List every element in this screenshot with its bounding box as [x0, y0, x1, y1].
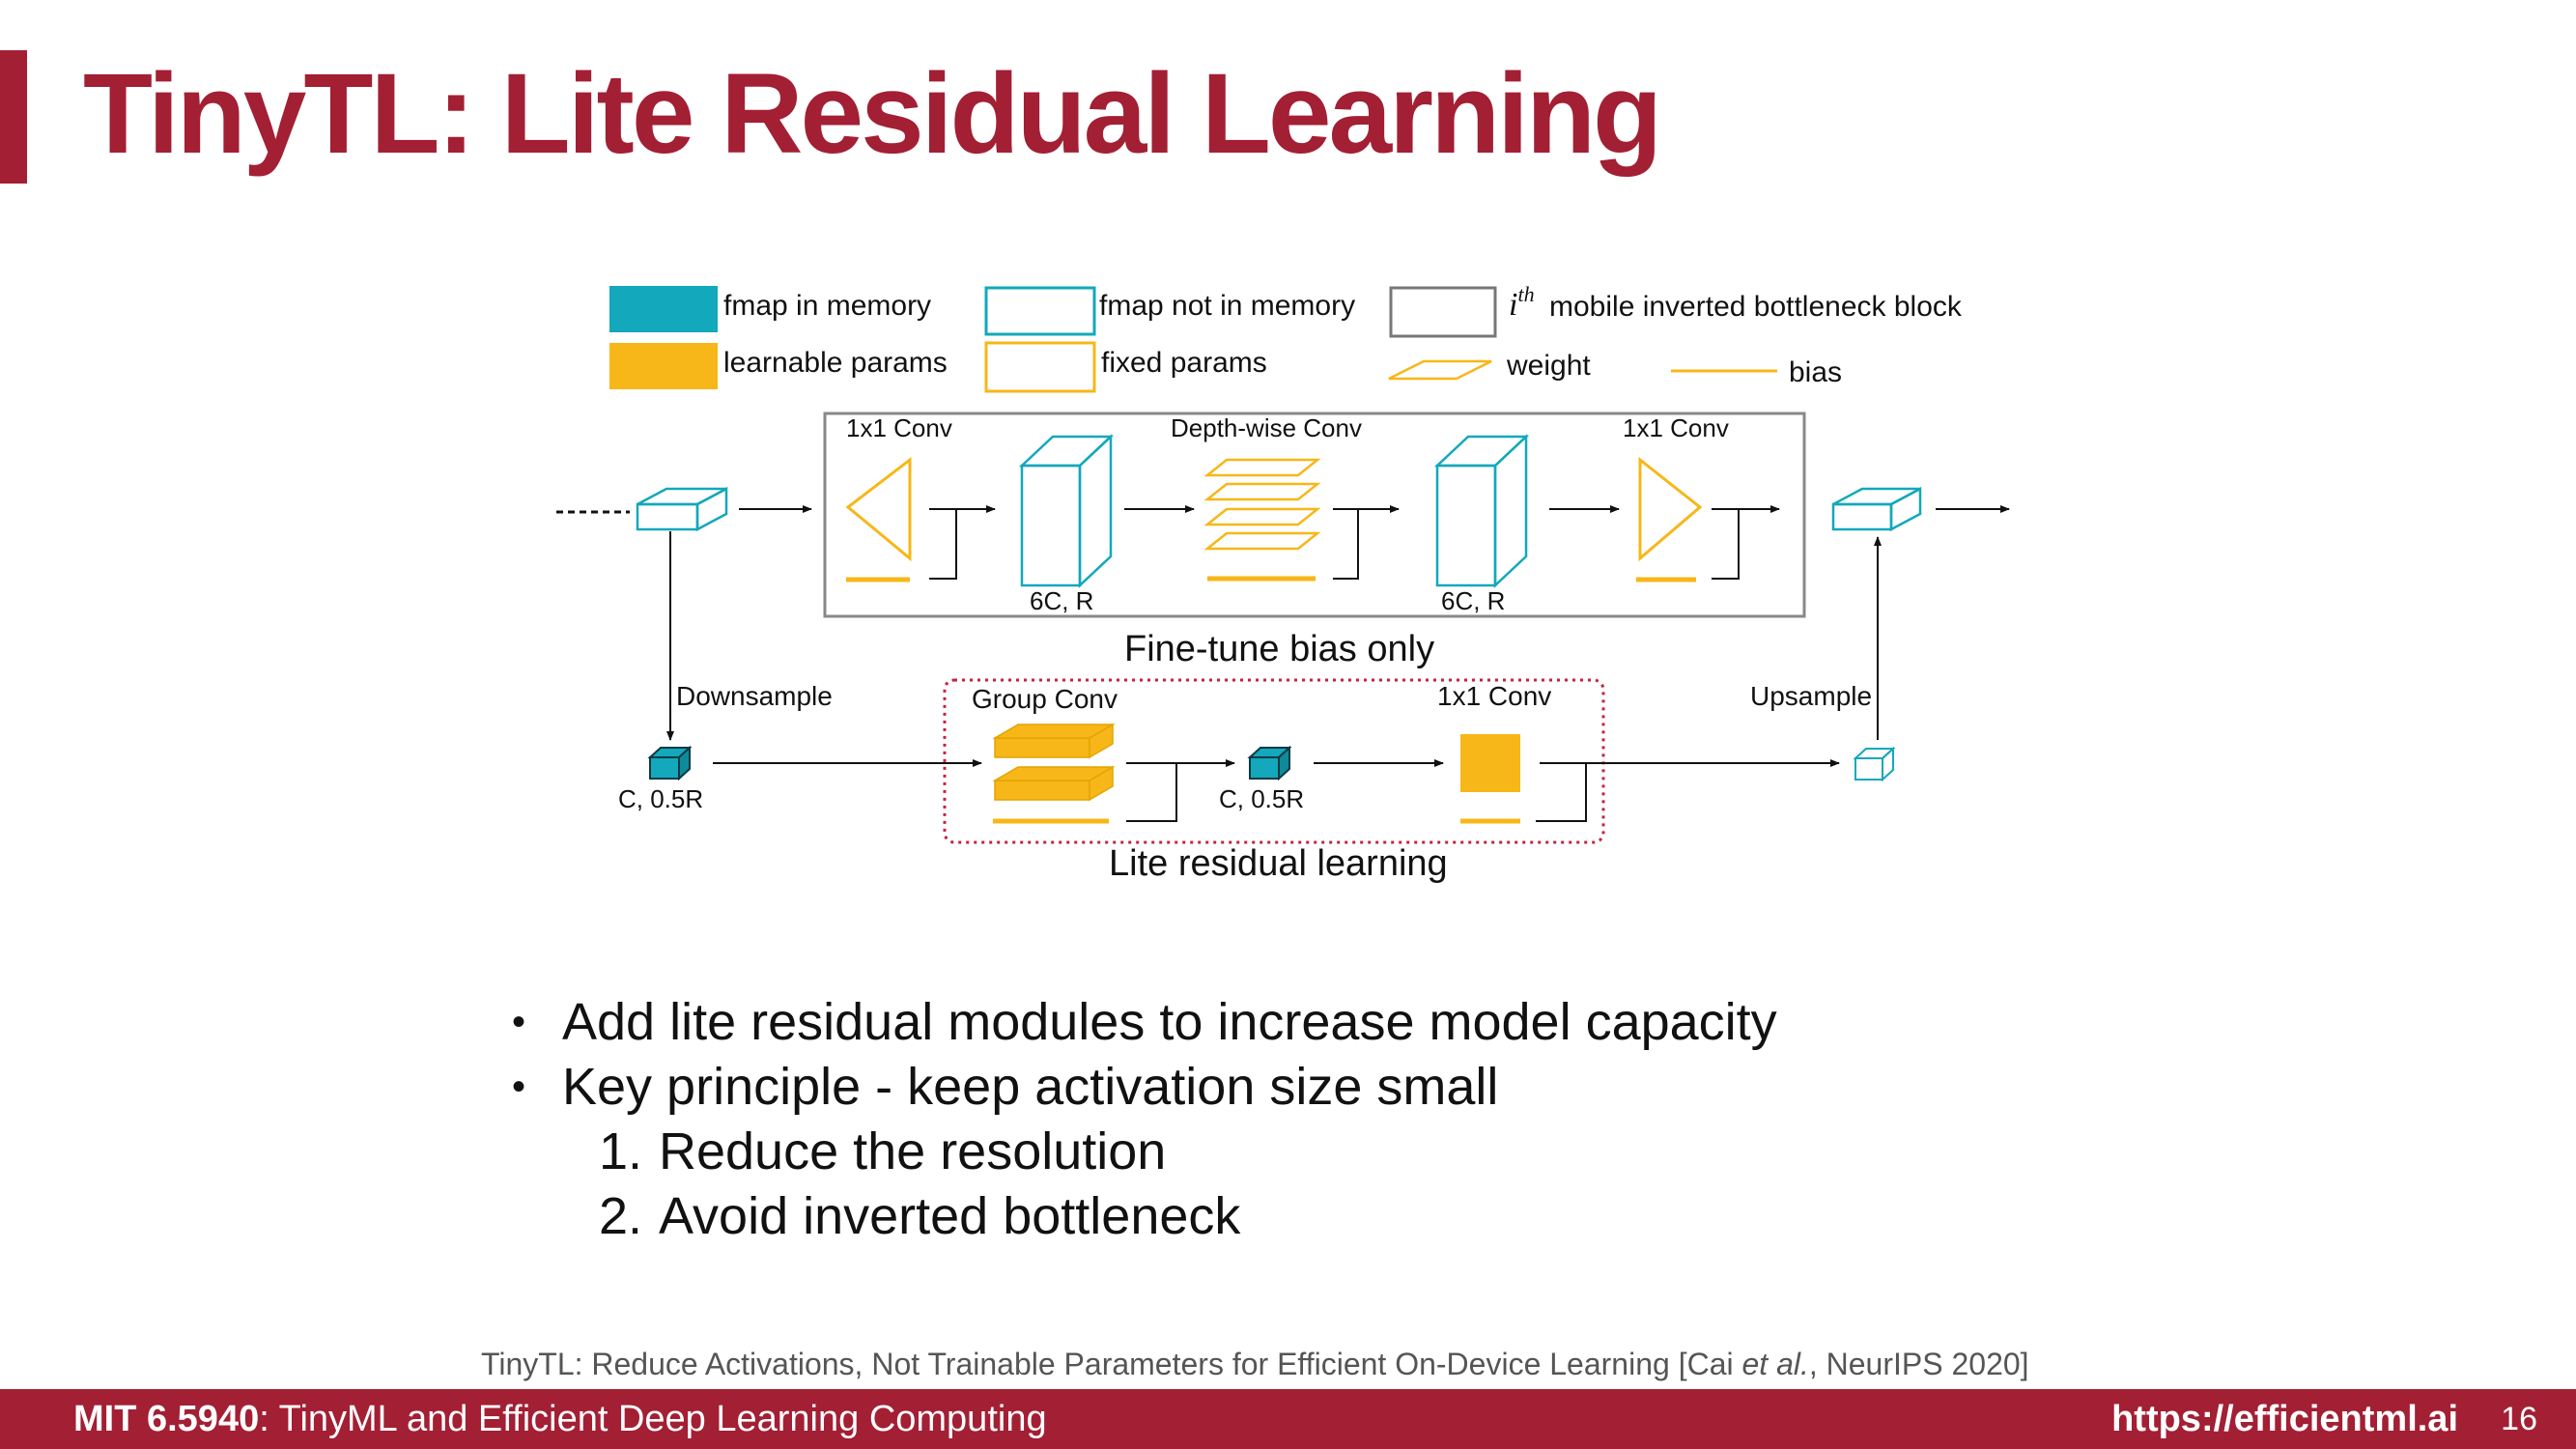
upsample-label: Upsample: [1750, 681, 1872, 711]
legend-fixed-params-swatch: [984, 341, 1096, 393]
bullet-list: • Add lite residual modules to increase m…: [512, 990, 1777, 1249]
legend-weight-icon: [1388, 359, 1492, 381]
legend-weight-label: weight: [1506, 350, 1591, 382]
page-number: 16: [2501, 1401, 2537, 1437]
conv2-weight-trapezoid: [1638, 456, 1703, 562]
citation: TinyTL: Reduce Activations, Not Trainabl…: [481, 1347, 2029, 1382]
group-conv-label: Group Conv: [972, 684, 1118, 714]
bullet-dot: •: [512, 1001, 526, 1043]
citation-venue: , NeurIPS 2020]: [1808, 1347, 2029, 1381]
legend-bias-label: bias: [1789, 356, 1842, 388]
item-text: Reduce the resolution: [659, 1122, 1167, 1180]
bullet-text: Add lite residual modules to increase mo…: [562, 993, 1777, 1051]
lite-residual-branch: Downsample C, 0.5R Group Conv 1x1 Conv C…: [618, 531, 1896, 884]
conv-lite-weight: [1460, 734, 1520, 792]
group-conv-bias-connector: [1126, 763, 1177, 822]
citation-et-al: et al.: [1741, 1347, 1809, 1381]
bullet-text: Key principle - keep activation size sma…: [562, 1058, 1499, 1116]
legend-fmap-not-in-memory-swatch: [984, 286, 1096, 336]
legend-block-superscript: th: [1517, 282, 1534, 306]
legend-learnable-params-label: learnable params: [723, 347, 948, 379]
bullet-item: • Add lite residual modules to increase m…: [512, 990, 1777, 1055]
legend-fmap-in-memory-label: fmap in memory: [723, 290, 931, 322]
dwconv-label: Depth-wise Conv: [1171, 413, 1362, 442]
small-fmap-1: [647, 745, 693, 781]
citation-text: TinyTL: Reduce Activations, Not Trainabl…: [481, 1347, 1742, 1381]
conv1-weight-trapezoid: [845, 456, 912, 562]
legend: fmap in memory learnable params fmap not…: [609, 282, 1963, 393]
footer-url-link[interactable]: https://efficientml.ai: [2111, 1399, 2458, 1440]
dwconv-weight-stack: [1203, 458, 1321, 551]
item-number: 1.: [599, 1122, 643, 1180]
numbered-item: 1. Reduce the resolution: [512, 1120, 1777, 1184]
output-fmap-cube: [1831, 486, 1922, 532]
expanded-fmap-2-dim: 6C, R: [1441, 586, 1505, 615]
small-fmap-2-dim: C, 0.5R: [1219, 784, 1304, 813]
course-name: : TinyML and Efficient Deep Learning Com…: [259, 1399, 1047, 1439]
legend-block-label: mobile inverted bottleneck block: [1549, 291, 1963, 323]
expanded-fmap-2: [1433, 434, 1530, 588]
small-fmap-2: [1247, 745, 1292, 781]
item-text: Avoid inverted bottleneck: [659, 1187, 1241, 1245]
legend-block-swatch: [1389, 286, 1497, 338]
mbconv-block-frame: [823, 412, 1806, 618]
expanded-fmap-1-dim: 6C, R: [1030, 586, 1093, 615]
expanded-fmap-1: [1018, 434, 1115, 588]
finetune-caption: Fine-tune bias only: [1124, 629, 1434, 669]
legend-fmap-in-memory-swatch: [609, 286, 718, 332]
conv-lite-bias-connector: [1536, 763, 1587, 822]
group-conv-weights: [992, 723, 1116, 802]
legend-fixed-params-label: fixed params: [1101, 347, 1267, 379]
item-number: 2.: [599, 1187, 643, 1245]
upsampled-fmap-cube: [1853, 746, 1896, 782]
lite-residual-caption: Lite residual learning: [1109, 843, 1448, 884]
downsample-label: Downsample: [676, 681, 833, 711]
legend-fmap-not-in-memory-label: fmap not in memory: [1099, 290, 1355, 322]
mbconv-block: 1x1 Conv Depth-wise Conv 1x1 Conv 6C, R: [556, 412, 2010, 669]
conv2-label: 1x1 Conv: [1623, 413, 1729, 442]
bullet-dot: •: [512, 1065, 526, 1108]
footer-bar: MIT 6.5940: TinyML and Efficient Deep Le…: [0, 1389, 2576, 1449]
conv2-bias-connector: [1712, 509, 1740, 580]
svg-text:ith: ith: [1509, 282, 1535, 323]
numbered-item: 2. Avoid inverted bottleneck: [512, 1184, 1777, 1249]
input-fmap-cube: [636, 486, 728, 532]
conv1-bias-connector: [929, 509, 957, 580]
course-code: MIT 6.5940: [73, 1399, 260, 1439]
conv1-label: 1x1 Conv: [846, 413, 952, 442]
dwconv-bias-connector: [1333, 509, 1359, 580]
conv-lite-label: 1x1 Conv: [1437, 681, 1551, 711]
legend-learnable-params-swatch: [609, 343, 718, 389]
legend-block-symbol: i: [1509, 287, 1517, 323]
footer-course: MIT 6.5940: TinyML and Efficient Deep Le…: [73, 1399, 1047, 1440]
bullet-item: • Key principle - keep activation size sm…: [512, 1055, 1777, 1120]
small-fmap-1-dim: C, 0.5R: [618, 784, 703, 813]
